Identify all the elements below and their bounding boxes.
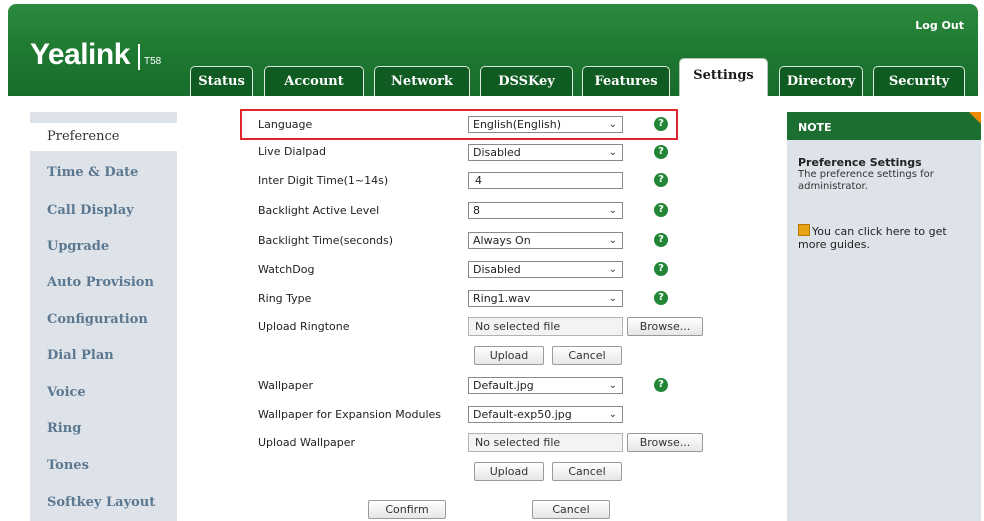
wallpaper-exp-select[interactable]: Default-exp50.jpg ⌄	[468, 406, 623, 423]
tab-settings[interactable]: Settings	[679, 58, 768, 98]
watchdog-value: Disabled	[473, 263, 521, 276]
wallpaper-select[interactable]: Default.jpg ⌄	[468, 377, 623, 394]
tab-features[interactable]: Features	[582, 66, 670, 96]
inter-digit-input[interactable]: 4	[468, 172, 623, 189]
corner-fold-icon	[969, 112, 981, 124]
note-subtitle: Preference Settings	[798, 156, 922, 169]
chevron-down-icon: ⌄	[608, 205, 617, 216]
sidebar-item-tones[interactable]: Tones	[47, 458, 89, 473]
wallpaper-label: Wallpaper	[258, 379, 314, 392]
model-label: T58	[144, 56, 162, 67]
backlight-time-select[interactable]: Always On ⌄	[468, 232, 623, 249]
cancel-button[interactable]: Cancel	[532, 500, 610, 519]
help-icon[interactable]: ?	[654, 117, 668, 131]
wallpaper-cancel-button[interactable]: Cancel	[552, 462, 622, 481]
sidebar-item-auto-provision[interactable]: Auto Provision	[47, 275, 154, 290]
note-header: NOTE	[787, 112, 981, 140]
help-icon[interactable]: ?	[654, 378, 668, 392]
wallpaper-file-field[interactable]: No selected file	[468, 433, 623, 452]
ringtone-cancel-button[interactable]: Cancel	[552, 346, 622, 365]
watchdog-label: WatchDog	[258, 263, 315, 276]
help-icon[interactable]: ?	[654, 262, 668, 276]
tab-account[interactable]: Account	[264, 66, 364, 96]
ring-type-value: Ring1.wav	[473, 292, 531, 305]
sidebar-item-dial-plan[interactable]: Dial Plan	[47, 348, 114, 363]
inter-digit-label: Inter Digit Time(1~14s)	[258, 174, 389, 187]
ringtone-file-field[interactable]: No selected file	[468, 317, 623, 336]
note-panel: NOTE Preference Settings The preference …	[787, 112, 981, 521]
live-dialpad-label: Live Dialpad	[258, 145, 326, 158]
chevron-down-icon: ⌄	[608, 235, 617, 246]
note-title: NOTE	[798, 121, 832, 134]
language-label: Language	[258, 118, 313, 131]
web-ui: Log Out Yealink T58 Status Account Netwo…	[0, 0, 984, 521]
help-icon[interactable]: ?	[654, 233, 668, 247]
backlight-level-value: 8	[473, 204, 480, 217]
live-dialpad-value: Disabled	[473, 146, 521, 159]
logout-link[interactable]: Log Out	[915, 19, 964, 32]
help-icon[interactable]: ?	[654, 203, 668, 217]
backlight-level-select[interactable]: 8 ⌄	[468, 202, 623, 219]
subbar	[8, 96, 978, 108]
ringtone-upload-button[interactable]: Upload	[474, 346, 544, 365]
tab-network[interactable]: Network	[374, 66, 470, 96]
chevron-down-icon: ⌄	[608, 147, 617, 158]
wallpaper-browse-button[interactable]: Browse...	[627, 433, 703, 452]
chevron-down-icon: ⌄	[608, 380, 617, 391]
logo-separator	[138, 44, 140, 70]
tab-dsskey[interactable]: DSSKey	[480, 66, 573, 96]
live-dialpad-select[interactable]: Disabled ⌄	[468, 144, 623, 161]
language-select[interactable]: English(English) ⌄	[468, 116, 623, 133]
sidebar-item-upgrade[interactable]: Upgrade	[47, 239, 109, 254]
yealink-logo: Yealink	[30, 38, 130, 71]
guide-link[interactable]: You can click here to get more guides.	[798, 224, 976, 251]
backlight-time-value: Always On	[473, 234, 531, 247]
ring-type-label: Ring Type	[258, 292, 312, 305]
chevron-down-icon: ⌄	[608, 264, 617, 275]
help-icon[interactable]: ?	[654, 145, 668, 159]
guide-book-icon	[798, 224, 810, 236]
upload-ringtone-label: Upload Ringtone	[258, 320, 350, 333]
chevron-down-icon: ⌄	[608, 293, 617, 304]
wallpaper-exp-value: Default-exp50.jpg	[473, 408, 572, 421]
guide-text: You can click here to get more guides.	[798, 225, 947, 251]
sidebar-item-call-display[interactable]: Call Display	[47, 203, 134, 218]
chevron-down-icon: ⌄	[608, 409, 617, 420]
ring-type-select[interactable]: Ring1.wav ⌄	[468, 290, 623, 307]
sidebar-item-ring[interactable]: Ring	[47, 421, 81, 436]
confirm-button[interactable]: Confirm	[368, 500, 446, 519]
chevron-down-icon: ⌄	[608, 119, 617, 130]
upload-wallpaper-label: Upload Wallpaper	[258, 436, 356, 449]
wallpaper-upload-button[interactable]: Upload	[474, 462, 544, 481]
help-icon[interactable]: ?	[654, 173, 668, 187]
sidebar-item-preference[interactable]: Preference	[30, 123, 190, 151]
sidebar-item-configuration[interactable]: Configuration	[47, 312, 148, 327]
sidebar-item-softkey-layout[interactable]: Softkey Layout	[47, 495, 155, 510]
help-icon[interactable]: ?	[654, 291, 668, 305]
backlight-time-label: Backlight Time(seconds)	[258, 234, 394, 247]
backlight-level-label: Backlight Active Level	[258, 204, 380, 217]
sidebar: Preference Time & Date Call Display Upgr…	[30, 112, 190, 521]
tab-directory[interactable]: Directory	[779, 66, 863, 96]
watchdog-select[interactable]: Disabled ⌄	[468, 261, 623, 278]
ringtone-browse-button[interactable]: Browse...	[627, 317, 703, 336]
tab-status[interactable]: Status	[190, 66, 253, 96]
wallpaper-exp-label: Wallpaper for Expansion Modules	[258, 408, 442, 421]
sidebar-item-voice[interactable]: Voice	[47, 385, 86, 400]
language-value: English(English)	[473, 118, 562, 131]
tab-security[interactable]: Security	[873, 66, 965, 96]
sidebar-item-time-date[interactable]: Time & Date	[47, 165, 138, 180]
wallpaper-value: Default.jpg	[473, 379, 534, 392]
note-description: The preference settings for administrato…	[798, 169, 934, 192]
